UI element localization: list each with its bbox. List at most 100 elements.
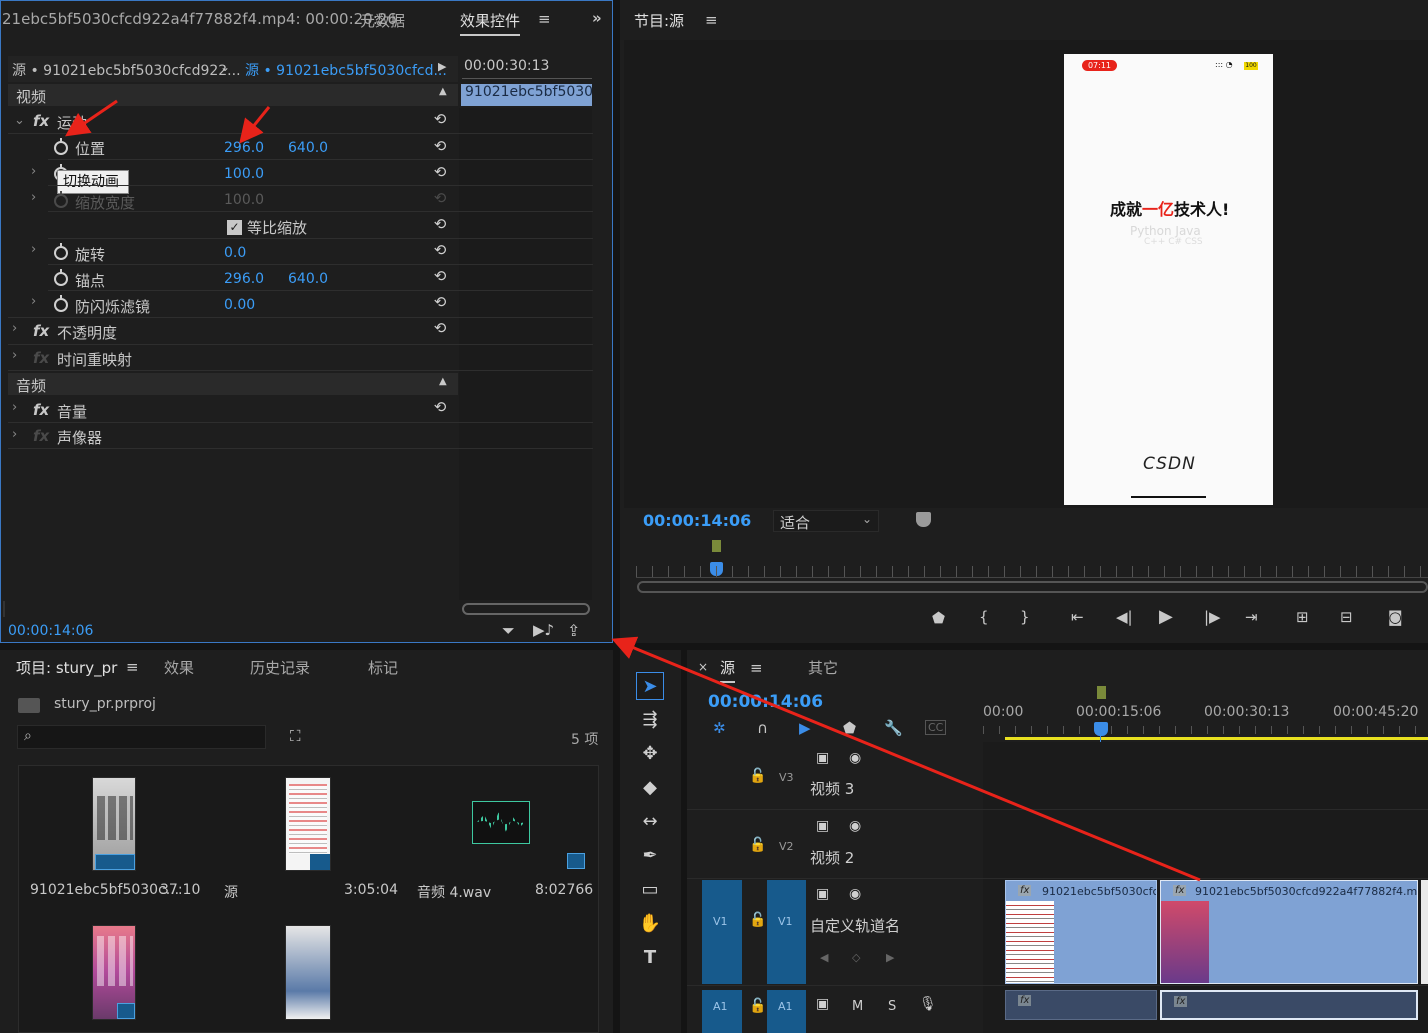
- scale-value[interactable]: 100.0: [224, 166, 264, 182]
- reset-scale-icon[interactable]: ⟲: [431, 163, 449, 181]
- sync-icon[interactable]: ▣: [816, 996, 829, 1012]
- program-timecode[interactable]: 00:00:14:06: [643, 511, 751, 530]
- mini-timeline-clip[interactable]: 91021ebc5bf5030cfcd: [461, 84, 592, 106]
- program-zoom-scrollbar[interactable]: [637, 581, 1428, 593]
- video-clip-1[interactable]: fx 91021ebc5bf5030cfcd: [1005, 880, 1157, 984]
- mute-button[interactable]: M: [852, 999, 863, 1014]
- camera-icon[interactable]: ▣: [816, 818, 829, 834]
- tab-history[interactable]: 历史记录: [250, 657, 310, 678]
- fx-badge-volume[interactable]: fx: [33, 401, 49, 419]
- tab-source-clip[interactable]: 21ebc5bf5030cfcd922a4f77882f4.mp4: 00:00…: [2, 10, 397, 28]
- reset-motion-icon[interactable]: ⟲: [431, 110, 449, 128]
- step-forward-icon[interactable]: |▶: [1204, 608, 1221, 626]
- tab-effects[interactable]: 效果: [164, 657, 194, 678]
- tab-sequence-other[interactable]: 其它: [808, 657, 838, 678]
- close-icon[interactable]: ×: [698, 660, 708, 674]
- anchor-x-value[interactable]: 296.0: [224, 271, 264, 287]
- filter-icon[interactable]: ⏷: [502, 621, 515, 641]
- overflow-chevron-icon[interactable]: »: [592, 9, 602, 27]
- prev-keyframe-icon[interactable]: ◀: [820, 951, 828, 964]
- step-back-icon[interactable]: ◀|: [1116, 608, 1133, 626]
- captions-icon[interactable]: CC: [925, 720, 947, 735]
- reset-rotation-icon[interactable]: ⟲: [431, 241, 449, 259]
- collapse-up-icon[interactable]: ▲: [439, 86, 447, 97]
- work-area-bar[interactable]: [1005, 737, 1428, 740]
- eye-icon[interactable]: ◉: [849, 750, 861, 766]
- next-keyframe-icon[interactable]: ▶: [886, 951, 894, 964]
- audio-waveform-thumb[interactable]: [472, 801, 530, 844]
- eye-icon[interactable]: ◉: [849, 818, 861, 834]
- stopwatch-anchor-icon[interactable]: [54, 269, 68, 286]
- go-to-out-icon[interactable]: ⇥: [1245, 608, 1258, 626]
- type-tool-icon[interactable]: T: [636, 944, 664, 972]
- export-icon[interactable]: ⇪: [567, 621, 580, 640]
- extract-icon[interactable]: ⊟: [1340, 608, 1353, 626]
- panel-menu-icon[interactable]: ≡: [705, 11, 718, 29]
- wrench-icon[interactable]: 🔧: [884, 719, 903, 737]
- timeline-playhead-head[interactable]: [1094, 722, 1108, 736]
- media-thumbnail[interactable]: [92, 925, 136, 1020]
- selection-tool-icon[interactable]: ➤: [636, 672, 664, 700]
- hand-tool-icon[interactable]: ✋: [636, 910, 664, 938]
- reset-uniform-scale-icon[interactable]: ⟲: [431, 215, 449, 233]
- play-icon[interactable]: ▶: [1159, 606, 1173, 627]
- scale-width-expand-chevron[interactable]: ›: [31, 190, 36, 205]
- motion-expand-chevron[interactable]: ⌄: [14, 113, 25, 128]
- tab-metadata[interactable]: 元数据: [360, 10, 405, 31]
- fit-dropdown[interactable]: 适合 ⌄: [773, 510, 879, 532]
- add-edit-icon[interactable]: ▶: [799, 719, 811, 737]
- reset-flicker-icon[interactable]: ⟲: [431, 293, 449, 311]
- opacity-expand-chevron[interactable]: ›: [12, 321, 17, 336]
- lock-icon[interactable]: 🔓: [749, 912, 766, 928]
- anchor-y-value[interactable]: 640.0: [288, 271, 328, 287]
- tab-effect-controls[interactable]: 效果控件: [460, 10, 521, 36]
- microphone-icon[interactable]: 🎙: [919, 996, 937, 1012]
- camera-icon[interactable]: ▣: [816, 750, 829, 766]
- settings-marker-icon[interactable]: [916, 512, 931, 527]
- stopwatch-position-icon[interactable]: [54, 138, 68, 155]
- timeline-ruler-ticks[interactable]: [983, 726, 1428, 734]
- go-to-in-icon[interactable]: ⇤: [1071, 608, 1084, 626]
- position-x-value[interactable]: 296.0: [224, 140, 264, 156]
- program-ruler[interactable]: [636, 566, 1428, 578]
- play-audio-icon[interactable]: ▶♪: [533, 621, 554, 639]
- razor-tool-icon[interactable]: ◆: [636, 774, 664, 802]
- timeline-timecode[interactable]: 00:00:14:06: [708, 692, 823, 712]
- lock-icon[interactable]: 🔓: [749, 768, 766, 784]
- new-bin-icon[interactable]: ⛶: [290, 727, 301, 745]
- reset-volume-icon[interactable]: ⟲: [431, 398, 449, 416]
- panner-expand-chevron[interactable]: ›: [12, 427, 17, 442]
- tab-markers[interactable]: 标记: [368, 657, 398, 678]
- snap-icon[interactable]: ✲: [713, 719, 726, 737]
- add-marker-icon[interactable]: ⬟: [932, 609, 945, 627]
- reset-position-icon[interactable]: ⟲: [431, 137, 449, 155]
- camera-icon[interactable]: ▣: [816, 886, 829, 902]
- flicker-value[interactable]: 0.00: [224, 297, 255, 313]
- position-y-value[interactable]: 640.0: [288, 140, 328, 156]
- panel-menu-icon[interactable]: ≡: [126, 658, 139, 676]
- tab-project[interactable]: 项目: stury_pr: [16, 657, 117, 678]
- target-clip-label[interactable]: 源 • 91021ebc5bf5030cfcd...: [245, 60, 447, 80]
- media-thumbnail[interactable]: [285, 925, 331, 1020]
- stopwatch-rotation-icon[interactable]: [54, 243, 68, 260]
- volume-expand-chevron[interactable]: ›: [12, 400, 17, 415]
- zoom-scrollbar[interactable]: [462, 603, 590, 615]
- time-remap-expand-chevron[interactable]: ›: [12, 348, 17, 363]
- scale-expand-chevron[interactable]: ›: [31, 164, 36, 179]
- fx-badge-motion[interactable]: fx: [33, 112, 49, 130]
- v1-track-target[interactable]: [767, 880, 806, 984]
- flicker-expand-chevron[interactable]: ›: [31, 294, 36, 309]
- panel-menu-icon[interactable]: ≡: [538, 10, 551, 28]
- ripple-edit-tool-icon[interactable]: ✥: [636, 740, 664, 768]
- audio-clip-1[interactable]: fx: [1005, 990, 1157, 1020]
- solo-button[interactable]: S: [888, 999, 896, 1014]
- marker-icon[interactable]: ⬟: [843, 719, 856, 737]
- slip-tool-icon[interactable]: ↔: [636, 808, 664, 836]
- fx-badge-opacity[interactable]: fx: [33, 322, 49, 340]
- add-keyframe-icon[interactable]: ◇: [852, 951, 860, 964]
- lift-icon[interactable]: ⊞: [1296, 608, 1309, 626]
- mark-in-icon[interactable]: {: [979, 608, 989, 626]
- program-monitor-title[interactable]: 节目:源: [634, 10, 684, 31]
- media-thumbnail[interactable]: [92, 777, 136, 871]
- camera-icon[interactable]: ◙: [1388, 608, 1403, 626]
